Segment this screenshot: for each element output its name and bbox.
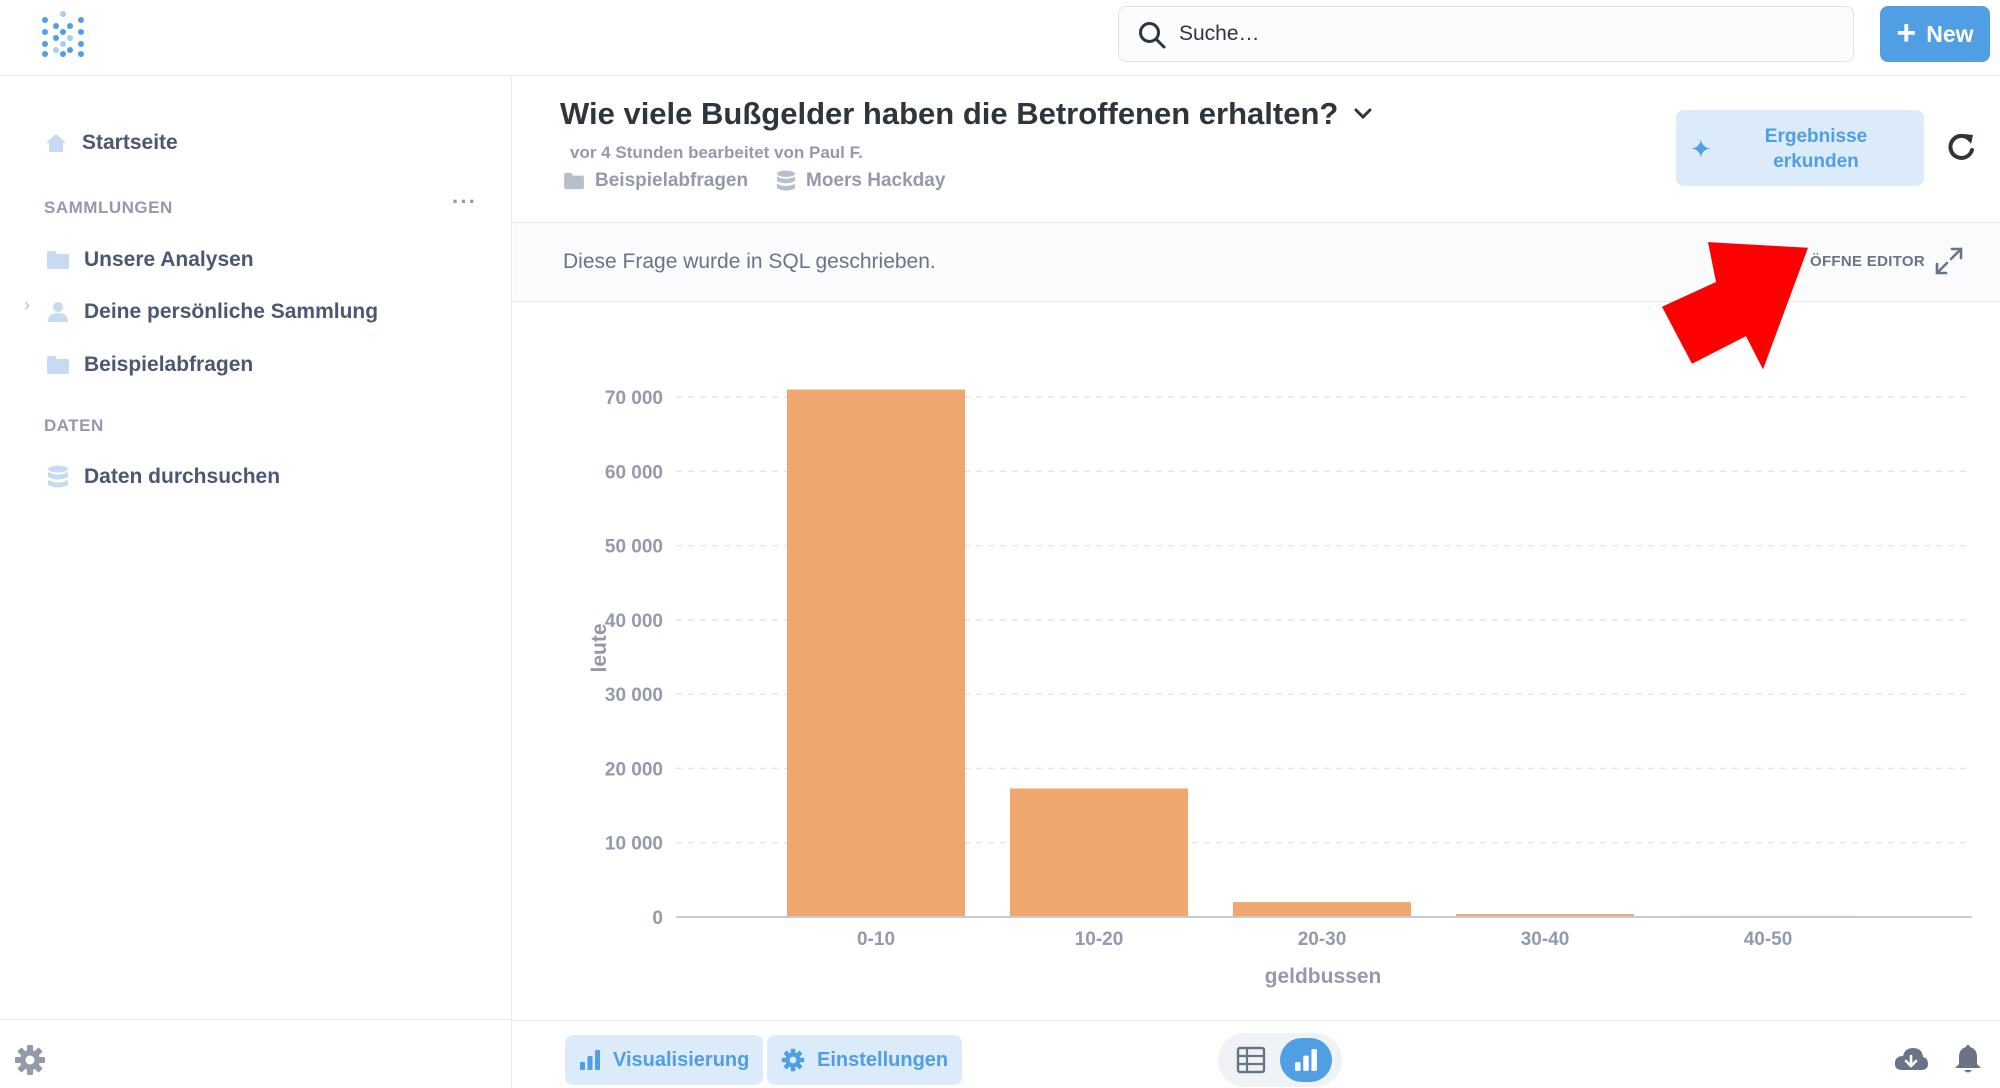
- collection-name: Beispielabfragen: [595, 170, 749, 191]
- bar-chart: 0 10 000 20 000 30 000 40 000 50 000 60 000 70 …: [513, 303, 2000, 1019]
- question-title-text: Wie viele Bußgelder haben die Betroffene…: [560, 96, 1339, 131]
- sidebar-item-home[interactable]: Startseite: [44, 125, 178, 161]
- x-tick-label: 30-40: [1521, 929, 1570, 950]
- search-icon: [1139, 22, 1166, 49]
- sparkle-icon: ✦: [1690, 134, 1712, 164]
- bottom-toolbar: Visualisierung Einstellungen: [513, 1020, 2000, 1088]
- table-icon[interactable]: [1236, 1045, 1266, 1075]
- sidebar-item-personal-collection[interactable]: Deine persönliche Sammlung: [46, 294, 378, 330]
- x-tick-label: 0-10: [857, 929, 895, 950]
- visualization-label: Visualisierung: [613, 1048, 750, 1071]
- chart-svg: 0 10 000 20 000 30 000 40 000 50 000 60 000 70 …: [588, 388, 1972, 988]
- sidebar-item-label: Startseite: [82, 131, 178, 154]
- refresh-icon[interactable]: [1944, 130, 1978, 164]
- bar-chart-icon: [1295, 1049, 1317, 1071]
- database-icon: [776, 170, 796, 191]
- bar-20-30[interactable]: [1233, 902, 1411, 917]
- y-tick-label: 0: [652, 908, 663, 929]
- y-tick-label: 30 000: [605, 685, 663, 706]
- top-navbar: + New: [0, 0, 2000, 76]
- sidebar-item-label: Unsere Analysen: [84, 248, 254, 271]
- search-input[interactable]: [1179, 15, 1819, 53]
- divider: [0, 1019, 512, 1020]
- bar-chart-icon: [580, 1050, 600, 1070]
- last-edited-info[interactable]: vor 4 Stunden bearbeitet von Paul F.: [570, 143, 863, 163]
- sidebar: Startseite SAMMLUNGEN ··· Unsere Analyse…: [0, 77, 512, 1088]
- expand-icon[interactable]: [1933, 245, 1965, 277]
- sidebar-item-beispielabfragen[interactable]: Beispielabfragen: [46, 347, 253, 383]
- home-icon: [44, 131, 68, 155]
- sidebar-item-browse-data[interactable]: Daten durchsuchen: [46, 459, 280, 495]
- chevron-right-icon[interactable]: ›: [24, 295, 30, 316]
- open-editor-link[interactable]: ÖFFNE EDITOR: [1810, 253, 1925, 270]
- sidebar-item-label: Deine persönliche Sammlung: [84, 300, 379, 323]
- y-tick-label: 20 000: [605, 759, 663, 780]
- x-axis-label: geldbussen: [1265, 965, 1382, 988]
- y-tick-label: 70 000: [605, 388, 663, 409]
- view-toggle: [1218, 1033, 1342, 1087]
- bar-0-10[interactable]: [787, 389, 965, 917]
- data-header: DATEN: [44, 416, 104, 435]
- new-button-label: New: [1926, 20, 1974, 47]
- settings-label: Einstellungen: [817, 1048, 949, 1071]
- chevron-down-icon[interactable]: [1354, 108, 1372, 120]
- database-name: Moers Hackday: [806, 170, 946, 191]
- sidebar-item-unsere-analysen[interactable]: Unsere Analysen: [46, 242, 254, 278]
- person-icon: [46, 300, 70, 324]
- sidebar-item-label: Beispielabfragen: [84, 353, 254, 376]
- collections-header: SAMMLUNGEN: [44, 198, 173, 217]
- bell-icon[interactable]: [1953, 1043, 1983, 1075]
- folder-icon: [46, 248, 70, 272]
- new-button[interactable]: + New: [1880, 6, 1990, 62]
- gear-icon: [781, 1048, 805, 1072]
- question-title[interactable]: Wie viele Bußgelder haben die Betroffene…: [560, 96, 1372, 132]
- explore-label-line1: Ergebnisse: [1764, 126, 1868, 147]
- database-link[interactable]: Moers Hackday: [776, 170, 945, 192]
- y-tick-label: 50 000: [605, 537, 663, 558]
- bar-10-20[interactable]: [1010, 788, 1188, 917]
- folder-icon: [46, 353, 70, 377]
- metabase-logo[interactable]: [40, 10, 86, 60]
- plus-icon: +: [1896, 13, 1917, 52]
- y-tick-label: 60 000: [605, 462, 663, 483]
- download-icon[interactable]: [1893, 1045, 1929, 1075]
- x-tick-label: 20-30: [1298, 929, 1347, 950]
- folder-icon: [564, 172, 584, 190]
- x-tick-label: 40-50: [1744, 929, 1793, 950]
- search-bar[interactable]: [1118, 6, 1854, 62]
- gear-icon[interactable]: [14, 1044, 46, 1076]
- y-axis-label: leute: [588, 623, 611, 672]
- database-icon: [46, 465, 70, 489]
- collection-link[interactable]: Beispielabfragen: [563, 170, 748, 192]
- x-tick-label: 10-20: [1075, 929, 1124, 950]
- more-options-icon[interactable]: ···: [452, 189, 477, 215]
- sql-notice-text: Diese Frage wurde in SQL geschrieben.: [563, 250, 936, 273]
- visualization-button[interactable]: Visualisierung: [565, 1035, 764, 1085]
- chart-view-button[interactable]: [1280, 1038, 1332, 1082]
- explore-label-line2: erkunden: [1773, 151, 1859, 172]
- settings-button[interactable]: Einstellungen: [767, 1035, 963, 1085]
- y-tick-label: 40 000: [605, 611, 663, 632]
- y-tick-label: 10 000: [605, 834, 663, 855]
- explore-results-button[interactable]: ✦ Ergebnisse erkunden: [1676, 110, 1924, 186]
- sidebar-item-label: Daten durchsuchen: [84, 465, 281, 488]
